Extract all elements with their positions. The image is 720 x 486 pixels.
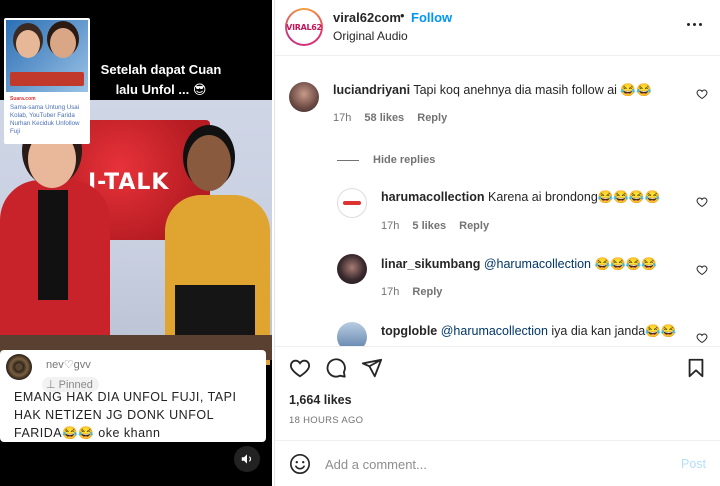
heart-icon[interactable] bbox=[696, 88, 708, 100]
avatar[interactable]: VIRAL62 bbox=[285, 8, 323, 46]
comment-icon[interactable] bbox=[325, 357, 347, 379]
reply-username[interactable]: harumacollection bbox=[381, 190, 485, 204]
post-header: VIRAL62 viral62com • Follow Original Aud… bbox=[275, 0, 720, 56]
send-icon[interactable] bbox=[361, 357, 383, 379]
follow-button[interactable]: Follow bbox=[411, 10, 452, 25]
pinned-username: nev♡gvv bbox=[46, 359, 91, 371]
comment-time: 17h bbox=[333, 112, 352, 124]
post-actions: 1,664 likes 18 HOURS AGO bbox=[275, 346, 720, 446]
post-panel: VIRAL62 viral62com • Follow Original Aud… bbox=[274, 0, 720, 486]
add-comment-bar: Post bbox=[275, 440, 720, 486]
audio-label[interactable]: Original Audio bbox=[333, 29, 408, 43]
reply-meta: 17h 5 likes Reply bbox=[381, 220, 499, 232]
reply-username[interactable]: topgloble bbox=[381, 324, 437, 338]
video-player[interactable]: I-TALK Suara.com Sama-sama Untung Usai K… bbox=[0, 0, 272, 486]
avatar[interactable] bbox=[337, 322, 367, 346]
reply-username[interactable]: linar_sikumbang bbox=[381, 257, 480, 271]
reply-button[interactable]: Reply bbox=[459, 220, 489, 232]
reply-text: Karena ai brondong😂😂😂😂 bbox=[487, 190, 661, 204]
more-options-icon[interactable] bbox=[685, 18, 705, 32]
viral62-logo: VIRAL62 bbox=[286, 22, 322, 32]
comments-list[interactable]: ‾ ‾ ‾ ‾ luciandriyani Tapi koq anehnya d… bbox=[275, 56, 720, 346]
reply-meta: 17h Reply bbox=[381, 286, 452, 298]
thumbnail-source: Suara.com bbox=[10, 96, 36, 102]
pinned-comment-card: nev♡gvv ⊥ Pinned EMANG HAK DIA UNFOL FUJ… bbox=[0, 350, 266, 442]
comment-meta: 17h 58 likes Reply bbox=[333, 112, 457, 124]
reply-button[interactable]: Reply bbox=[417, 112, 447, 124]
heart-icon[interactable] bbox=[696, 332, 708, 344]
heart-icon[interactable] bbox=[696, 196, 708, 208]
bookmark-icon[interactable] bbox=[685, 357, 707, 379]
emoji-icon[interactable] bbox=[289, 453, 311, 475]
reply-button[interactable]: Reply bbox=[412, 286, 442, 298]
reply-mention[interactable]: @harumacollection bbox=[441, 324, 548, 338]
reply-time: 17h bbox=[381, 286, 400, 298]
avatar[interactable] bbox=[337, 188, 367, 218]
reply-text: iya dia kan janda😂😂 bbox=[551, 324, 677, 338]
news-thumbnail: Suara.com Sama-sama Untung Usai Kolab, Y… bbox=[4, 18, 90, 144]
thumbnail-caption: Sama-sama Untung Usai Kolab, YouTuber Fa… bbox=[10, 104, 80, 135]
video-overlay-title: Setelah dapat Cuan lalu Unfol ... 😎 bbox=[100, 62, 222, 98]
hide-replies-button[interactable]: Hide replies bbox=[337, 154, 435, 166]
comment-username[interactable]: luciandriyani bbox=[333, 83, 410, 97]
avatar[interactable] bbox=[289, 82, 319, 112]
pinned-comment-text: EMANG HAK DIA UNFOL FUJI, TAPI HAK NETIZ… bbox=[14, 390, 237, 440]
avatar[interactable] bbox=[337, 254, 367, 284]
likes-count[interactable]: 1,664 likes bbox=[289, 393, 352, 407]
heart-icon[interactable] bbox=[696, 264, 708, 276]
avatar bbox=[6, 354, 32, 380]
reply-text: 😂😂😂😂 bbox=[594, 257, 657, 271]
post-timestamp[interactable]: 18 HOURS AGO bbox=[289, 415, 363, 426]
sunglasses-emoji: 😎 bbox=[192, 83, 207, 98]
comment-text: Tapi koq anehnya dia masih follow ai 😂😂 bbox=[413, 83, 652, 97]
reply-likes[interactable]: 5 likes bbox=[412, 220, 446, 232]
post-button[interactable]: Post bbox=[681, 457, 706, 471]
reply-mention[interactable]: @harumacollection bbox=[484, 257, 591, 271]
truncated-text: ‾ ‾ ‾ ‾ bbox=[445, 56, 469, 62]
comment-input[interactable] bbox=[325, 451, 665, 477]
speaker-icon bbox=[241, 454, 252, 464]
mute-button[interactable] bbox=[234, 446, 260, 472]
studio-logo-text: I-TALK bbox=[88, 170, 170, 195]
comment-likes[interactable]: 58 likes bbox=[364, 112, 404, 124]
post-author-username[interactable]: viral62com bbox=[333, 10, 401, 25]
separator-dot: • bbox=[400, 8, 405, 23]
reply-time: 17h bbox=[381, 220, 400, 232]
heart-icon[interactable] bbox=[289, 357, 311, 379]
